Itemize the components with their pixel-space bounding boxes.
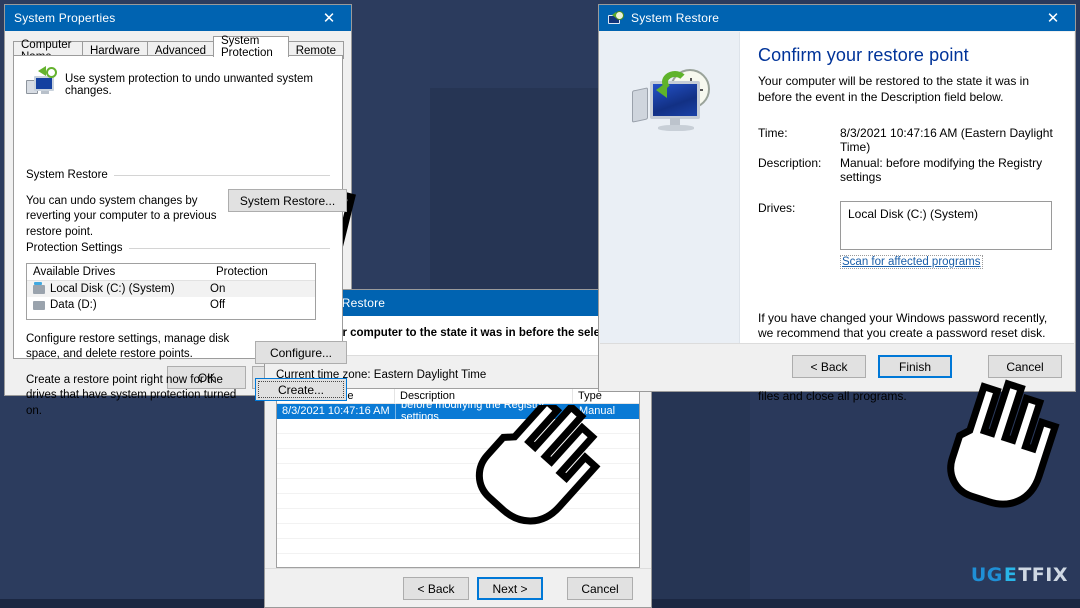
system-restore-group-label: System Restore [26, 169, 108, 181]
table-row-empty [277, 464, 639, 479]
protection-settings-group-header: Protection Settings [26, 242, 330, 254]
system-restore-confirm-titlebar[interactable]: System Restore ✕ [599, 5, 1075, 31]
cancel-button[interactable]: Cancel [988, 355, 1062, 378]
next-button[interactable]: Next > [477, 577, 543, 600]
table-row-empty [277, 434, 639, 449]
table-row-empty [277, 524, 639, 539]
time-label: Time: [758, 125, 788, 140]
watermark-part-2: E [1003, 564, 1018, 586]
tab-system-protection[interactable]: System Protection [213, 35, 289, 59]
description-value: Manual: before modifying the Registry se… [840, 155, 1043, 184]
drive-cell: Data (D:) [27, 299, 210, 311]
system-restore-confirm-title: System Restore [631, 11, 720, 25]
create-description: Create a restore point right now for the… [26, 374, 237, 417]
drive-icon [33, 281, 45, 294]
table-row[interactable]: 8/3/2021 10:47:16 AM before modifying th… [277, 399, 639, 423]
description-field-row: Description: Manual: before modifying th… [758, 156, 1056, 184]
drive-label: Local Disk (C:) (System) [50, 283, 175, 295]
table-row[interactable]: Data (D:) Off [27, 297, 315, 313]
protection-cell: On [210, 283, 226, 295]
restore-point-datetime: 8/3/2021 10:47:16 AM [282, 405, 390, 417]
protection-settings-table[interactable]: Available Drives Protection Local Disk (… [26, 263, 316, 320]
back-button[interactable]: < Back [792, 355, 866, 378]
table-row-empty [277, 494, 639, 509]
system-restore-button[interactable]: System Restore... [228, 189, 347, 212]
description-label: Description: [758, 155, 822, 170]
time-value: 8/3/2021 10:47:16 AM (Eastern Daylight T… [840, 125, 1053, 154]
protection-settings-group-label: Protection Settings [26, 242, 123, 254]
back-button[interactable]: < Back [403, 577, 469, 600]
system-restore-confirm-window: System Restore ✕ Confirm your restore po… [598, 4, 1076, 403]
table-row-empty [277, 479, 639, 494]
configure-description: Configure restore settings, manage disk … [26, 333, 230, 361]
drive-label: Data (D:) [50, 299, 97, 311]
table-row-empty [277, 509, 639, 524]
create-button[interactable]: Create... [255, 378, 347, 401]
group-divider [128, 247, 330, 249]
page-title: Confirm your restore point [758, 45, 969, 65]
table-row[interactable]: Local Disk (C:) (System) On [27, 281, 315, 297]
system-properties-body: Computer Name Hardware Advanced System P… [5, 31, 351, 417]
close-icon[interactable]: ✕ [307, 5, 351, 31]
restore-points-table[interactable]: Date and Time Description Type 8/3/2021 … [276, 385, 640, 568]
group-divider [113, 174, 330, 176]
drives-field-row: Drives: Local Disk (C:) (System) [758, 200, 1056, 250]
drives-listbox[interactable]: Local Disk (C:) (System) [840, 200, 1052, 250]
drive-icon [33, 300, 45, 310]
column-protection[interactable]: Protection [210, 264, 268, 280]
restore-point-type: Manual [573, 405, 639, 417]
system-restore-illustration-icon [626, 67, 714, 139]
table-header: Available Drives Protection [27, 264, 315, 281]
password-note: If you have changed your Windows passwor… [758, 310, 1048, 341]
confirm-content: Confirm your restore point Your computer… [740, 32, 1074, 403]
confirm-footer: < Back Finish Cancel [600, 343, 1074, 390]
system-restore-icon [608, 11, 624, 25]
system-properties-window: System Properties ✕ Computer Name Hardwa… [4, 4, 352, 417]
drives-label: Drives: [758, 200, 796, 215]
ugetfix-watermark: UG E TFIX [971, 564, 1068, 586]
watermark-part-1: UG [970, 564, 1003, 586]
system-restore-group-header: System Restore [26, 169, 330, 181]
close-icon[interactable]: ✕ [1031, 5, 1075, 31]
watermark-part-3: TFIX [1018, 564, 1068, 586]
intro-text: Use system protection to undo unwanted s… [65, 73, 314, 97]
restore-point-description: before modifying the Registry settings [395, 399, 573, 423]
table-row-empty [277, 449, 639, 464]
intro-row: Use system protection to undo unwanted s… [26, 66, 332, 97]
column-available-drives[interactable]: Available Drives [27, 264, 210, 280]
tab-strip: Computer Name Hardware Advanced System P… [13, 35, 344, 63]
table-row-empty [277, 539, 639, 554]
system-restore-description: You can undo system changes by reverting… [26, 195, 217, 238]
scan-for-affected-programs-link[interactable]: Scan for affected programs [840, 254, 983, 269]
system-properties-titlebar[interactable]: System Properties ✕ [5, 5, 351, 31]
system-properties-title: System Properties [14, 11, 116, 25]
cancel-button[interactable]: Cancel [567, 577, 633, 600]
finish-button[interactable]: Finish [878, 355, 952, 378]
system-protection-tab-page: Use system protection to undo unwanted s… [13, 55, 347, 417]
confirm-lead-text: Your computer will be restored to the st… [758, 74, 1030, 104]
system-protection-icon [26, 66, 57, 94]
time-field-row: Time: 8/3/2021 10:47:16 AM (Eastern Dayl… [758, 126, 1056, 154]
configure-button[interactable]: Configure... [255, 341, 347, 364]
wizard-footer: < Back Next > Cancel [265, 568, 651, 607]
protection-cell: Off [210, 299, 226, 311]
confirm-sidebar [600, 32, 740, 343]
drive-cell: Local Disk (C:) (System) [27, 281, 210, 295]
